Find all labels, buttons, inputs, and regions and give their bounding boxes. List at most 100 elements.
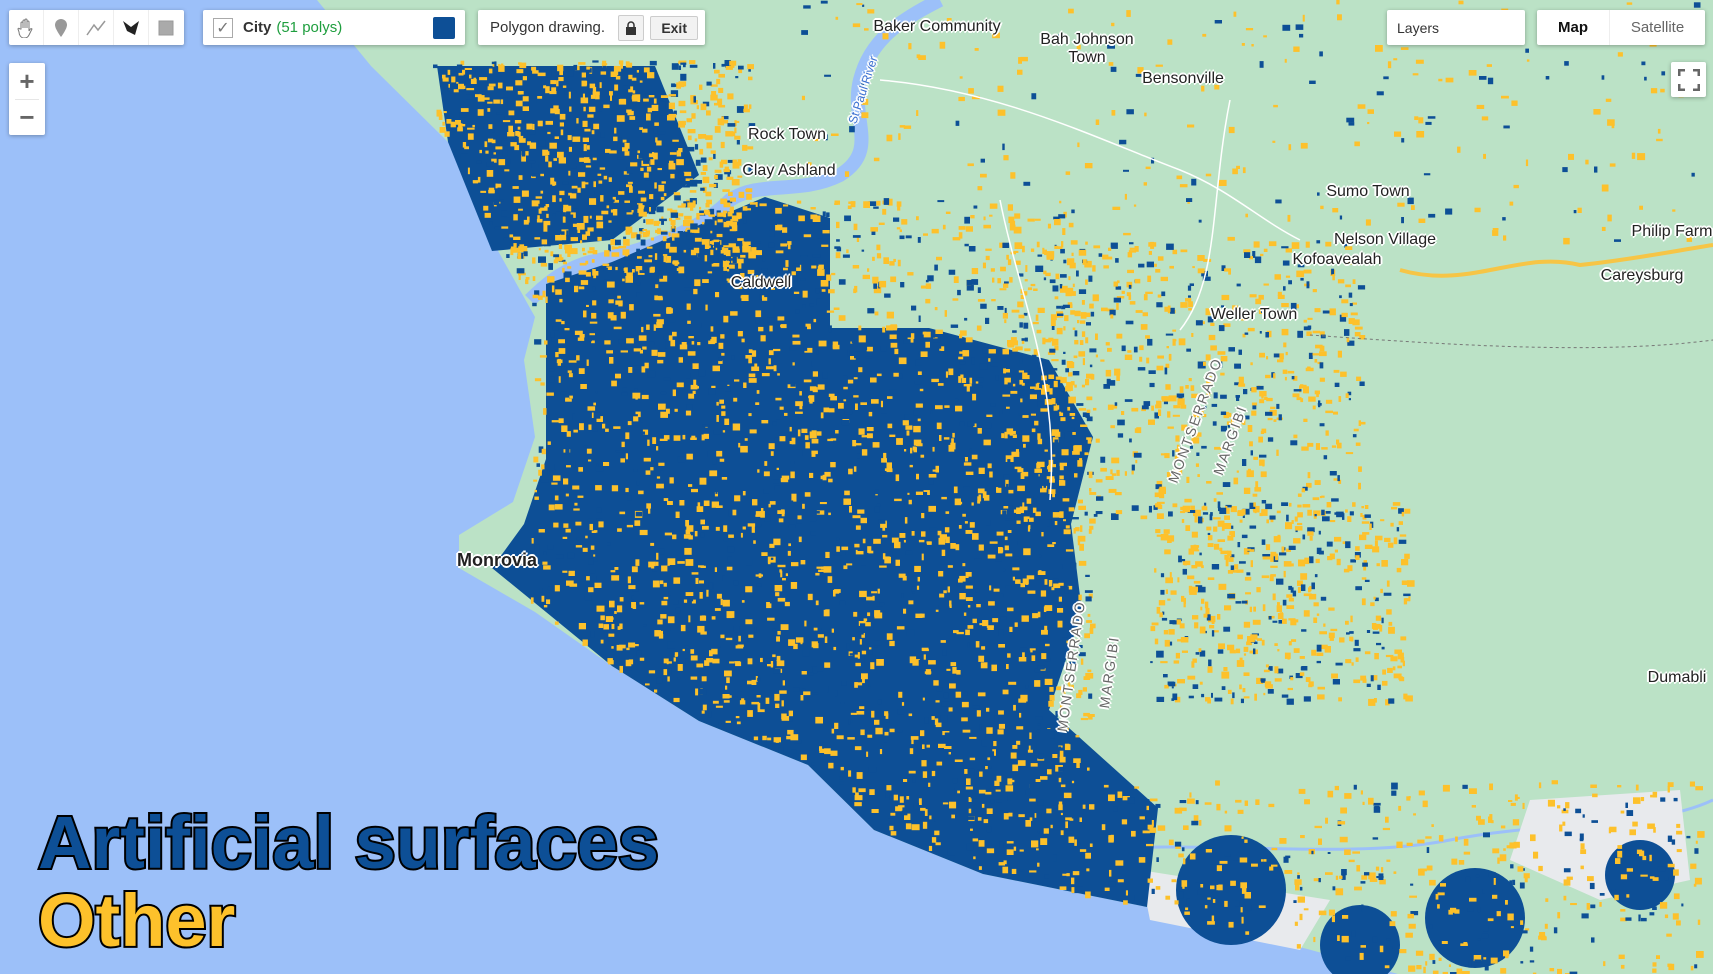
polygon-icon[interactable] (114, 10, 149, 45)
land-cover-speck (1253, 606, 1256, 612)
land-cover-speck (628, 585, 636, 590)
land-cover-speck (487, 86, 494, 91)
exit-button[interactable]: Exit (650, 15, 698, 40)
zoom-out-button[interactable]: − (9, 100, 45, 135)
layer-checkbox[interactable]: ✓ (213, 17, 233, 38)
marker-icon[interactable] (44, 10, 79, 45)
land-cover-speck (1262, 554, 1271, 557)
land-cover-speck (655, 284, 659, 289)
land-cover-speck (1157, 825, 1166, 831)
land-cover-speck (718, 73, 725, 78)
land-cover-speck (889, 825, 894, 831)
zoom-in-button[interactable]: + (9, 63, 45, 99)
land-cover-speck (525, 279, 529, 285)
land-cover-speck (586, 448, 592, 454)
land-cover-speck (1164, 549, 1171, 555)
fullscreen-button[interactable] (1671, 62, 1706, 97)
land-cover-speck (1259, 399, 1265, 404)
land-cover-speck (696, 105, 699, 110)
land-cover-speck (955, 405, 963, 412)
land-cover-speck (1437, 904, 1440, 909)
land-cover-speck (1033, 473, 1039, 478)
land-cover-speck (1059, 462, 1067, 467)
line-icon[interactable] (79, 10, 114, 45)
land-cover-speck (1071, 252, 1074, 256)
land-cover-speck (596, 221, 604, 229)
land-cover-speck (769, 600, 774, 604)
land-cover-speck (802, 503, 805, 509)
land-cover-speck (1296, 944, 1301, 949)
land-cover-speck (628, 367, 633, 373)
land-cover-speck (738, 635, 741, 642)
land-cover-speck (1251, 402, 1258, 406)
land-cover-speck (565, 277, 570, 283)
rectangle-icon[interactable] (149, 10, 183, 45)
land-cover-speck (656, 552, 659, 560)
land-cover-speck (822, 371, 828, 379)
land-cover-speck (1145, 335, 1150, 339)
land-cover-speck (1557, 968, 1562, 974)
map-type-map[interactable]: Map (1537, 10, 1610, 45)
land-cover-speck (1590, 784, 1597, 788)
land-cover-speck (1017, 301, 1024, 308)
land-cover-speck (1611, 124, 1615, 129)
land-cover-speck (600, 195, 604, 202)
land-cover-speck (1026, 575, 1035, 580)
land-cover-speck (1385, 816, 1389, 823)
land-cover-speck (1085, 852, 1091, 859)
land-cover-speck (1319, 631, 1327, 635)
land-cover-speck (1074, 445, 1082, 452)
land-cover-speck (678, 100, 686, 107)
land-cover-speck (1134, 786, 1140, 789)
map-type-satellite[interactable]: Satellite (1610, 10, 1705, 45)
land-cover-speck (1150, 661, 1153, 664)
land-cover-speck (549, 376, 555, 383)
land-cover-speck (1522, 802, 1525, 809)
land-cover-speck (1275, 553, 1279, 561)
land-cover-speck (1035, 314, 1039, 321)
land-cover-speck (619, 511, 626, 515)
land-cover-speck (706, 589, 709, 597)
land-cover-speck (714, 220, 717, 226)
land-cover-speck (613, 136, 618, 142)
land-cover-speck (1234, 564, 1239, 570)
land-cover-speck (1180, 249, 1188, 253)
layers-button[interactable]: Layers (1387, 10, 1525, 45)
layer-color-swatch[interactable] (433, 16, 455, 39)
hand-icon[interactable] (9, 10, 44, 45)
land-cover-speck (967, 625, 974, 629)
land-cover-speck (1337, 821, 1346, 825)
land-cover-speck (1240, 882, 1247, 889)
land-cover-speck (644, 362, 649, 369)
land-cover-speck (699, 323, 702, 328)
drawing-status-panel: Polygon drawing. Exit (478, 10, 705, 45)
land-cover-speck (1032, 499, 1037, 504)
land-cover-speck (1116, 469, 1120, 476)
land-cover-speck (1672, 209, 1676, 212)
land-cover-speck (671, 233, 680, 238)
land-cover-speck (1303, 908, 1309, 911)
land-cover-speck (1008, 505, 1013, 512)
land-cover-speck (554, 585, 560, 592)
land-cover-speck (666, 308, 673, 314)
land-cover-speck (711, 501, 719, 508)
land-cover-speck (1224, 900, 1228, 907)
land-cover-speck (1649, 912, 1655, 916)
land-cover-speck (1180, 404, 1187, 409)
land-cover-speck (889, 640, 895, 647)
land-cover-speck (1086, 437, 1092, 440)
lock-icon[interactable] (618, 14, 645, 41)
land-cover-speck (1227, 535, 1234, 541)
land-cover-speck (835, 252, 841, 259)
land-cover-speck (1292, 393, 1300, 398)
land-cover-speck (1053, 380, 1058, 388)
land-cover-speck (935, 609, 939, 612)
land-cover-speck (922, 331, 927, 335)
land-cover-speck (545, 296, 548, 303)
land-cover-speck (1400, 47, 1409, 50)
land-cover-speck (1261, 539, 1266, 545)
land-cover-speck (917, 371, 922, 375)
land-cover-speck (745, 586, 753, 593)
land-cover-speck (1437, 940, 1441, 944)
land-cover-speck (552, 326, 559, 331)
